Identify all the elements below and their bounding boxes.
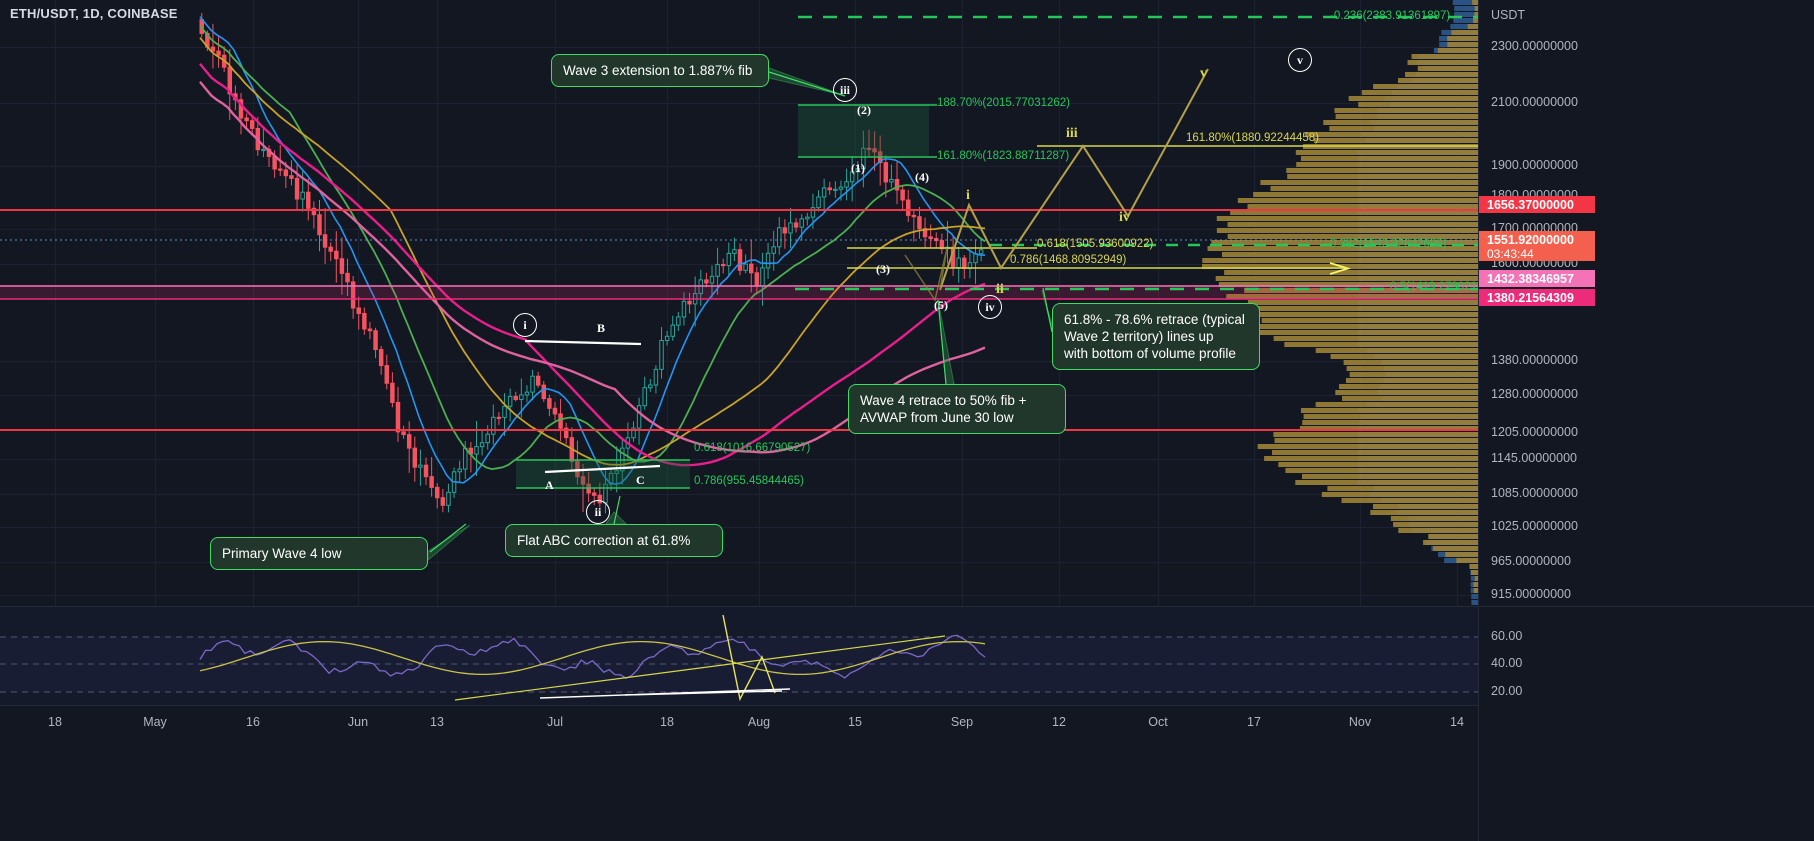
price-tick-label: 1025.00000000 <box>1491 519 1578 533</box>
time-tick-label: Jul <box>547 715 563 729</box>
note-wave3[interactable]: Wave 3 extension to 1.887% fib <box>551 54 769 87</box>
note-wave4[interactable]: Wave 4 retrace to 50% fib + AVWAP from J… <box>848 384 1066 434</box>
price-badge[interactable]: 1432.38346957 <box>1479 270 1595 287</box>
symbol-title: ETH/USDT, 1D, COINBASE <box>10 6 178 21</box>
oscillator-tick-label: 60.00 <box>1491 629 1523 643</box>
note-retrace[interactable]: 61.8% - 78.6% retrace (typical Wave 2 te… <box>1052 303 1260 370</box>
price-tick-label: 2100.00000000 <box>1491 95 1578 109</box>
circ-i: i <box>513 313 537 337</box>
lbl-i-small: i <box>966 188 970 203</box>
lbl-1: (1) <box>851 161 865 175</box>
price-badge-value: 1380.21564309 <box>1487 291 1574 305</box>
time-tick-label: Oct <box>1148 715 1168 729</box>
time-scale[interactable]: 18 May 16 Jun 13 Jul 18 Aug 15 Sep 12 Oct 17 Nov 14 <box>0 705 1478 743</box>
time-tick-label: Aug <box>747 715 771 729</box>
lbl-5: (5) <box>934 298 948 312</box>
price-badge[interactable]: 1380.21564309 <box>1479 289 1595 306</box>
oscillator-tick-label: 20.00 <box>1491 684 1523 698</box>
fib-16180-main: 161.80%(1823.88711287) <box>937 150 1070 162</box>
time-tick-label: Nov <box>1348 715 1372 729</box>
price-tick-label: 1145.00000000 <box>1491 451 1577 465</box>
price-badge[interactable]: 1551.92000000 03:43:44 <box>1479 231 1595 261</box>
oscillator-series <box>0 614 1478 702</box>
oscillator-pane[interactable] <box>0 607 1478 705</box>
tradingview-chart[interactable]: -0.236(2383.91361897) 188.70%(2015.770312… <box>0 0 1814 841</box>
time-tick-label: 14 <box>1450 715 1464 729</box>
price-scale-pane-separator <box>1478 606 1814 607</box>
time-tick-label: 15 <box>848 715 862 729</box>
fib-0786-lower: 0.786(955.45844465) <box>694 475 804 487</box>
price-badge-countdown: 03:43:44 <box>1487 247 1534 261</box>
time-tick-label: May <box>143 715 167 729</box>
price-badge-value: 1432.38346957 <box>1487 272 1574 286</box>
fib-0618-upper: 0.618(1505.93600922) <box>1037 238 1154 250</box>
main-price-pane[interactable] <box>0 0 1478 605</box>
price-badge[interactable]: 1656.37000000 <box>1479 196 1595 213</box>
fib-18870: 188.70%(2015.77031262) <box>937 97 1071 109</box>
time-tick-label: 16 <box>246 715 260 729</box>
circ-iv: iv <box>978 295 1002 319</box>
price-tick-label: 1380.00000000 <box>1491 353 1578 367</box>
note-primary[interactable]: Primary Wave 4 low <box>210 537 428 570</box>
price-tick-label: 915.00000000 <box>1491 587 1571 601</box>
price-tick-label: 2300.00000000 <box>1491 39 1578 53</box>
fib-16180-proj: 161.80%(1880.92244458) <box>1186 132 1320 144</box>
price-tick-label: 1900.00000000 <box>1491 158 1578 172</box>
price-tick-label: 1205.00000000 <box>1491 425 1578 439</box>
oscillator-tick-label: 40.00 <box>1491 656 1523 670</box>
drawing-overlays <box>0 15 1478 562</box>
lbl-ii-proj: ii <box>996 282 1004 297</box>
time-tick-label: Jun <box>347 715 369 729</box>
lbl-C: C <box>636 473 645 487</box>
fib-0618-lower: 0.618(1016.66790527) <box>694 442 811 454</box>
lbl-v-proj: v <box>1200 66 1207 81</box>
lbl-iii-proj: iii <box>1066 126 1078 141</box>
price-scale-currency: USDT <box>1491 8 1526 22</box>
lbl-iv-proj: iv <box>1119 210 1130 225</box>
circ-iii: iii <box>833 78 857 102</box>
lbl-4: (4) <box>915 170 929 184</box>
fib-0786-upper: 0.786(1468.80952949) <box>1010 254 1127 266</box>
price-badge-value: 1551.92000000 <box>1487 233 1574 247</box>
price-badge-value: 1656.37000000 <box>1487 198 1574 212</box>
fib-0382: 0.382(1542.32842696) <box>1330 238 1447 250</box>
time-tick-label: 18 <box>660 715 674 729</box>
time-tick-label: 12 <box>1052 715 1066 729</box>
lbl-2: (2) <box>857 103 871 117</box>
fib-neg236: -0.236(2383.91361897) <box>1330 10 1451 22</box>
note-flatabc[interactable]: Flat ABC correction at 61.8% <box>505 524 723 557</box>
circ-ii: ii <box>586 500 610 524</box>
lbl-3: (3) <box>876 262 890 276</box>
lbl-B: B <box>597 321 606 335</box>
time-tick-label: 18 <box>48 715 62 729</box>
price-tick-label: 965.00000000 <box>1491 554 1571 568</box>
lbl-A: A <box>545 478 554 492</box>
price-scale[interactable]: USDT 2300.00000000 2100.00000000 1900.00000… <box>1478 0 1814 841</box>
time-tick-label: Sep <box>950 715 974 729</box>
price-tick-label: 1085.00000000 <box>1491 486 1578 500</box>
time-tick-label: 17 <box>1247 715 1261 729</box>
price-tick-label: 1280.00000000 <box>1491 387 1578 401</box>
time-tick-label: 13 <box>430 715 444 729</box>
circ-v: v <box>1288 48 1312 72</box>
